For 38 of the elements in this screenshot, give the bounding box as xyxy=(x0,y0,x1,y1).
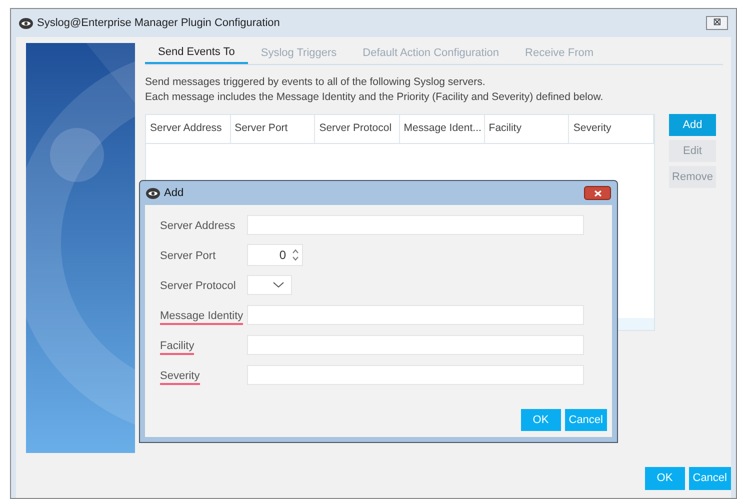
side-button[interactable]: Add xyxy=(669,114,716,136)
field-label: Server Port xyxy=(160,250,216,263)
column-header[interactable]: Server Protocol xyxy=(315,115,400,143)
tab[interactable]: Receive From xyxy=(512,42,607,64)
input-field[interactable] xyxy=(247,365,584,385)
field-label: Severity xyxy=(160,370,200,385)
spinner-arrows-icon xyxy=(292,248,299,262)
input-field[interactable] xyxy=(247,215,584,235)
tab[interactable]: Syslog Triggers xyxy=(248,42,350,64)
column-header[interactable]: Facility xyxy=(484,115,570,143)
number-spinner[interactable]: 0 xyxy=(247,244,303,266)
tab[interactable]: Send Events To xyxy=(145,42,248,64)
dialog-button[interactable]: OK xyxy=(644,467,685,490)
dialog-button[interactable]: Cancel xyxy=(688,467,731,490)
description-text: Each message includes the Message Identity and the Priority (Facility and Severity) defined below. xyxy=(145,90,604,105)
field-label: Message Identity xyxy=(160,310,244,325)
column-header[interactable]: Message Ident... xyxy=(400,115,485,143)
dialog-button[interactable]: Cancel xyxy=(564,409,607,431)
column-header[interactable]: Server Address xyxy=(146,115,231,143)
dialog-title: Add xyxy=(164,186,184,201)
input-field[interactable] xyxy=(247,305,584,325)
tab[interactable]: Default Action Configuration xyxy=(350,42,512,64)
field-label: Server Protocol xyxy=(160,280,236,293)
window-title: Syslog@Enterprise Manager Plugin Configuration xyxy=(37,16,280,31)
app-logo-icon xyxy=(19,18,33,28)
close-icon xyxy=(594,190,602,196)
chevron-down-icon xyxy=(273,282,284,288)
input-field[interactable] xyxy=(247,335,584,355)
protocol-dropdown[interactable] xyxy=(247,275,292,295)
close-button[interactable] xyxy=(584,186,611,200)
column-header[interactable]: Server Port xyxy=(230,115,316,143)
column-header[interactable]: Severity xyxy=(569,115,654,143)
app-logo-icon xyxy=(146,188,160,198)
description-text: Send messages triggered by events to all of the following Syslog servers. xyxy=(145,75,486,90)
field-label: Facility xyxy=(160,340,194,355)
close-button[interactable]: ⊠ xyxy=(706,16,728,30)
dialog-button[interactable]: OK xyxy=(520,409,561,431)
field-label: Server Address xyxy=(160,220,236,233)
